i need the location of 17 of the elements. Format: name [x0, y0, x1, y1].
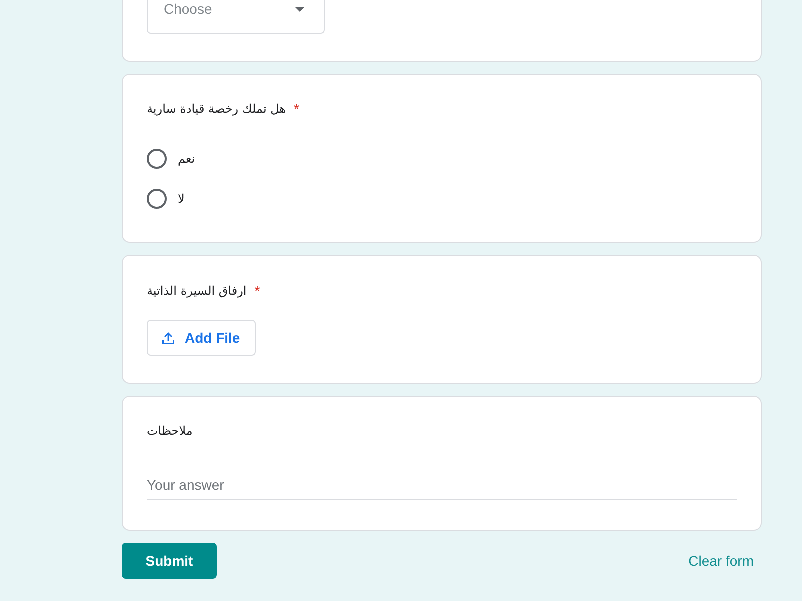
option-label: نعم — [178, 152, 196, 166]
add-file-button[interactable]: Add File — [147, 320, 256, 356]
dropdown-placeholder: Choose — [164, 1, 212, 17]
required-asterisk: * — [254, 282, 260, 301]
radio-button[interactable] — [147, 149, 167, 169]
submit-button[interactable]: Submit — [122, 543, 217, 579]
radio-button[interactable] — [147, 189, 167, 209]
answer-field[interactable]: Your answer — [147, 470, 737, 500]
caret-icon — [295, 6, 305, 12]
question-title: ارفاق السيرة الذاتية — [147, 284, 247, 298]
question-title: ملاحظات — [147, 424, 193, 438]
question-title: هل تملك رخصة قيادة سارية — [147, 102, 286, 116]
dropdown-select[interactable]: Choose — [147, 0, 325, 34]
clear-form-link[interactable]: Clear form — [688, 553, 754, 569]
upload-icon — [162, 332, 175, 344]
option-label: لا — [178, 192, 185, 206]
required-asterisk: * — [294, 100, 300, 119]
